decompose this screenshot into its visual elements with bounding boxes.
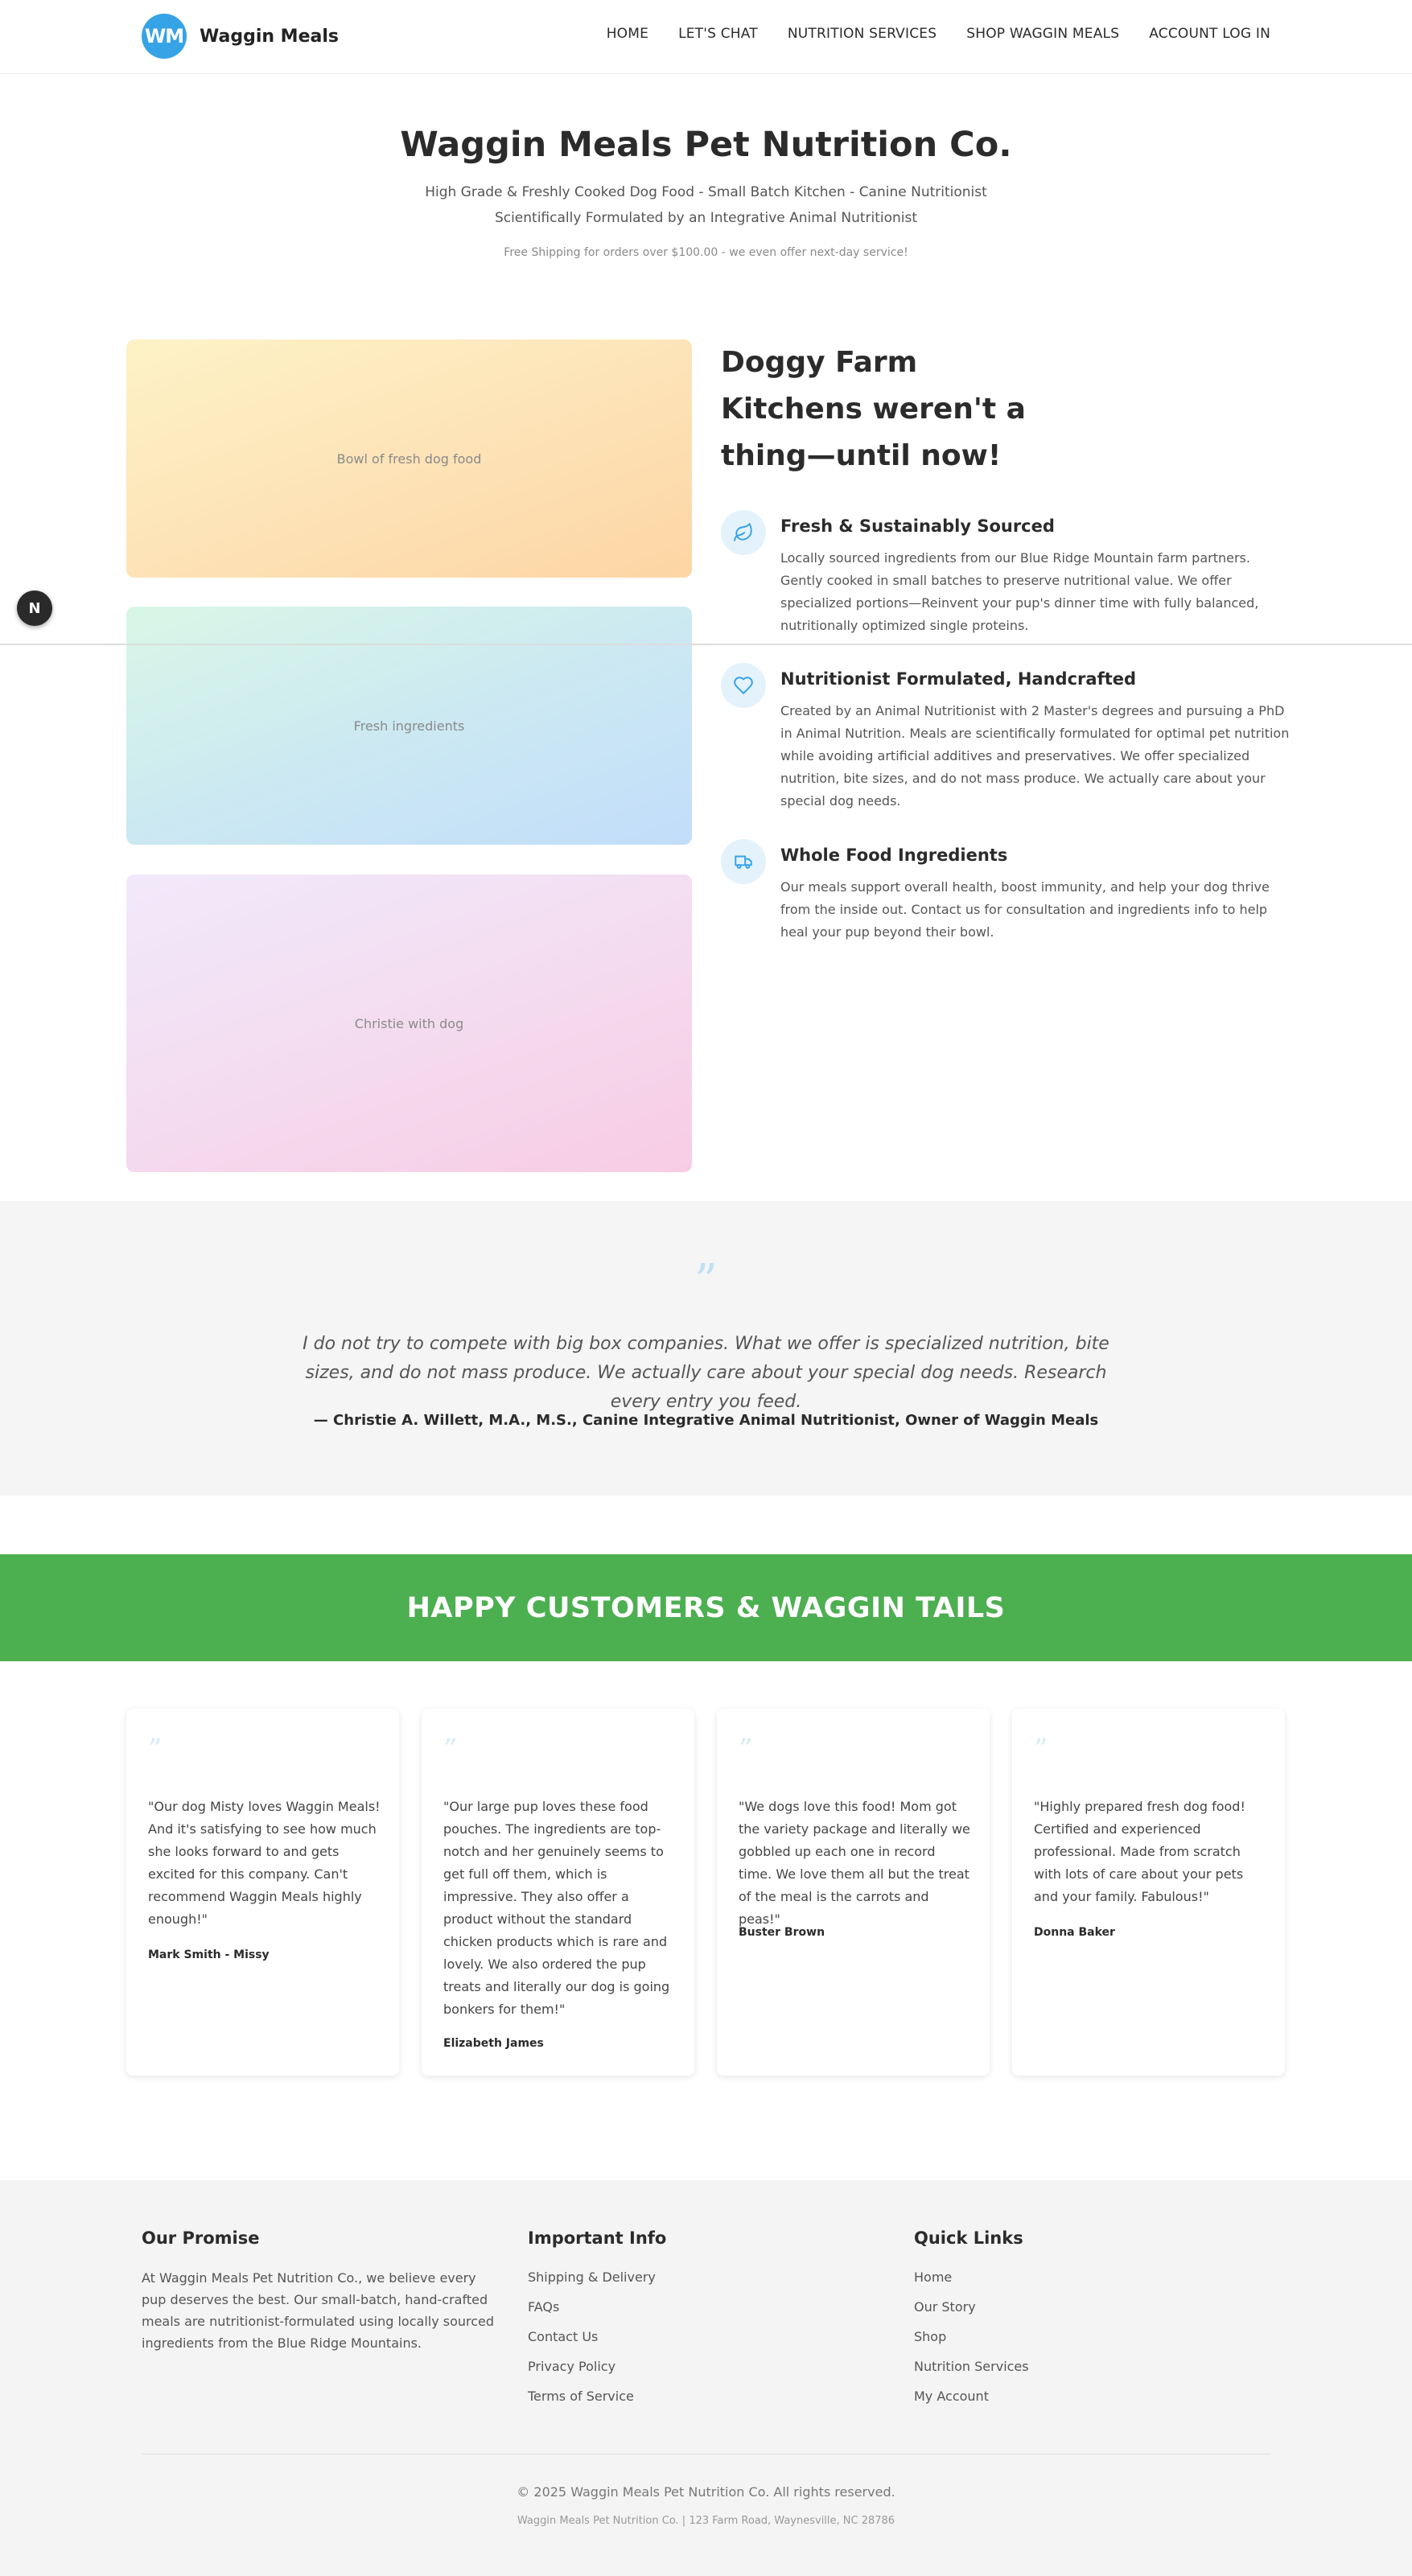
footer-address: Waggin Meals Pet Nutrition Co. | 123 Far… [517,2515,895,2527]
quote-mark-icon: ” [694,1255,718,1307]
footer-link-nutrition[interactable]: Nutrition Services [914,2359,1029,2374]
testimonial-card: ” "Highly prepared fresh dog food! Certi… [1012,1709,1285,2076]
footer-link-terms[interactable]: Terms of Service [528,2389,634,2404]
testimonial-text: "We dogs love this food! Mom got the var… [739,1799,970,1927]
testimonial-text: "Our dog Misty loves Waggin Meals! And i… [148,1799,381,1927]
truck-icon [721,839,766,884]
n-badge-icon[interactable]: N [17,591,52,626]
testimonial-text: "Our large pup loves these food pouches.… [443,1799,670,2017]
quote-mark-icon: ” [1034,1733,1048,1765]
testimonial-card: ” "Our large pup loves these food pouche… [422,1709,694,2076]
nav-home[interactable]: HOME [607,26,648,42]
testimonials-heading: HAPPY CUSTOMERS & WAGGIN TAILS [406,1591,1006,1624]
features-title: Doggy Farm Kitchens weren't a thing—unti… [721,346,1026,472]
testimonial-author: Donna Baker [1034,1926,1115,1939]
page-title: Waggin Meals Pet Nutrition Co. [400,125,1012,165]
footer-promise-title: Our Promise [142,2228,260,2248]
testimonial-card: ” "We dogs love this food! Mom got the v… [717,1709,990,2076]
brand-link[interactable]: WM Waggin Meals [142,14,339,59]
testimonial-author: Buster Brown [739,1926,825,1939]
christie-image: Christie with dog [126,874,692,1172]
copyright: © 2025 Waggin Meals Pet Nutrition Co. Al… [517,2484,895,2500]
testimonials-banner: HAPPY CUSTOMERS & WAGGIN TAILS [0,1554,1412,1661]
footer-link-shop[interactable]: Shop [914,2329,946,2344]
ingredients-image: Fresh ingredients [126,607,692,845]
hero-subtitle-line1: High Grade & Freshly Cooked Dog Food - S… [425,184,987,200]
footer-promise-text: At Waggin Meals Pet Nutrition Co., we be… [142,2270,495,2351]
footer-link-account[interactable]: My Account [914,2389,989,2404]
quote-author: — Christie A. Willett, M.A., M.S., Canin… [313,1412,1099,1429]
testimonial-author: Mark Smith - Missy [148,1948,270,1961]
logo-icon: WM [142,14,187,59]
heart-icon [721,663,766,708]
n-badge-label: N [28,599,41,617]
leaf-icon [721,510,766,555]
testimonial-text: "Highly prepared fresh dog food! Certifi… [1034,1799,1245,1904]
image-caption: Fresh ingredients [353,718,465,734]
feature-body: Created by an Animal Nutritionist with 2… [780,703,1290,809]
brand-name: Waggin Meals [200,26,339,47]
image-caption: Christie with dog [354,1015,464,1031]
footer-link-privacy[interactable]: Privacy Policy [528,2359,615,2374]
feature-body: Locally sourced ingredients from our Blu… [780,550,1259,633]
hero-subtitle-line2: Scientifically Formulated by an Integrat… [494,210,918,226]
testimonial-card: ” "Our dog Misty loves Waggin Meals! And… [126,1709,399,2076]
feature-body: Our meals support overall health, boost … [780,879,1270,940]
feature-title: Whole Food Ingredients [780,846,1008,865]
nav-account-login[interactable]: ACCOUNT LOG IN [1149,26,1270,42]
feature-title: Nutritionist Formulated, Handcrafted [780,669,1137,689]
nav-lets-chat[interactable]: LET'S CHAT [678,26,758,42]
image-caption: Bowl of fresh dog food [336,451,482,467]
footer-divider [142,2454,1270,2455]
dog-food-image: Bowl of fresh dog food [126,339,692,578]
footer-link-our-story[interactable]: Our Story [914,2299,976,2315]
quote-mark-icon: ” [148,1733,163,1765]
feature-title: Fresh & Sustainably Sourced [780,516,1055,536]
footer-link-shipping[interactable]: Shipping & Delivery [528,2269,656,2285]
quote-mark-icon: ” [739,1733,753,1765]
footer-link-contact[interactable]: Contact Us [528,2329,598,2344]
quote-mark-icon: ” [443,1733,458,1765]
testimonial-author: Elizabeth James [443,2037,544,2050]
horizontal-rule [0,644,1412,645]
footer-link-home[interactable]: Home [914,2269,952,2285]
footer-link-faqs[interactable]: FAQs [528,2299,559,2315]
owner-quote: I do not try to compete with big box com… [303,1334,1109,1412]
footer-quick-title: Quick Links [914,2228,1023,2248]
main-nav: HOME LET'S CHAT NUTRITION SERVICES SHOP … [607,26,1270,42]
footer-info-title: Important Info [528,2228,667,2248]
shipping-note: Free Shipping for orders over $100.00 - … [504,246,908,259]
nav-shop[interactable]: SHOP WAGGIN MEALS [966,26,1119,42]
site-header: WM Waggin Meals HOME LET'S CHAT NUTRITIO… [0,0,1412,74]
nav-nutrition-services[interactable]: NUTRITION SERVICES [788,26,937,42]
